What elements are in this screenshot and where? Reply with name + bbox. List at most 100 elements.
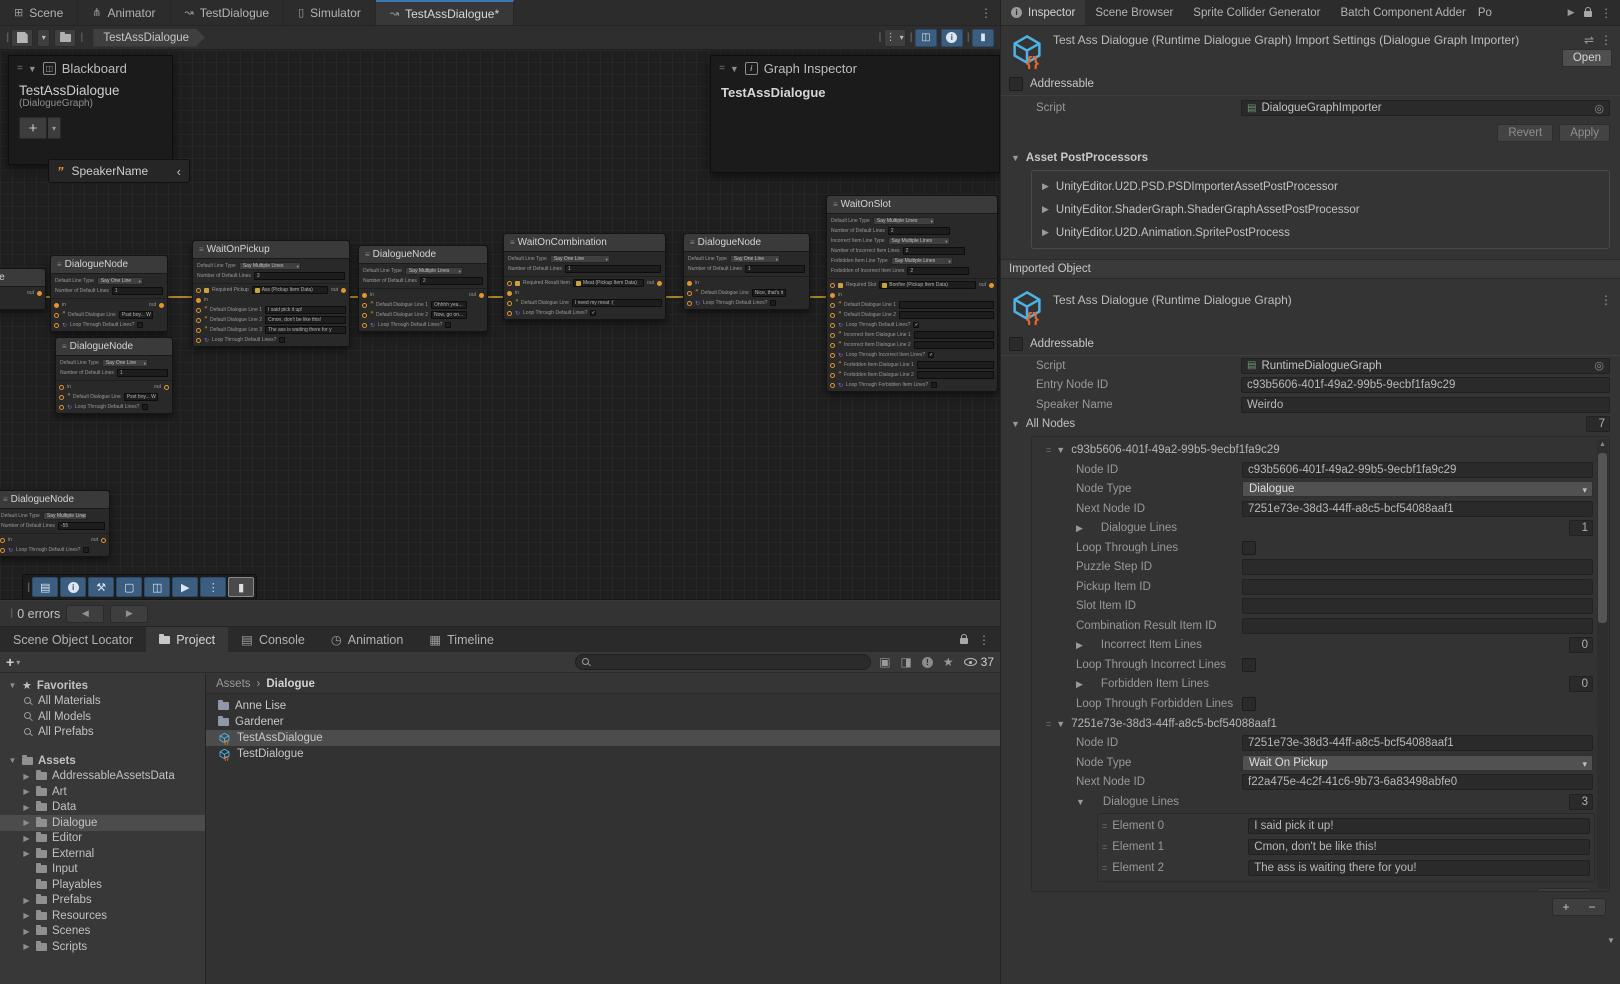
tab-inspector[interactable]: iInspector bbox=[1001, 0, 1085, 25]
line-port[interactable] bbox=[507, 301, 512, 306]
loop-port[interactable] bbox=[54, 323, 59, 328]
create-asset-button[interactable]: + bbox=[6, 654, 14, 670]
wait-on-slot-node[interactable]: ≡WaitOnSlot Default Line TypeSay Multipl… bbox=[826, 195, 998, 392]
tree-item-all-models[interactable]: All Models bbox=[0, 709, 205, 725]
foldout-open-icon[interactable]: ▼ bbox=[730, 64, 739, 74]
tab-scene[interactable]: ⊞Scene bbox=[0, 0, 78, 25]
kebab-icon[interactable]: ⋮ bbox=[978, 633, 990, 647]
tree-item-folder[interactable]: ▶Scenes bbox=[0, 924, 205, 940]
loop-checkbox[interactable] bbox=[770, 300, 776, 306]
loop-through-incorrect-checkbox[interactable] bbox=[1242, 658, 1256, 672]
add-variable-button[interactable]: + bbox=[19, 117, 47, 139]
graph-inspector-header[interactable]: = ▼ i Graph Inspector bbox=[711, 56, 999, 81]
next-node-id-field[interactable]: f22a475e-4c2f-41c6-9b73-6a83498abfe0 bbox=[1242, 774, 1593, 790]
count-field[interactable]: 3 bbox=[1569, 794, 1593, 810]
all-nodes-foldout[interactable]: ▼ All Nodes 7 bbox=[1001, 415, 1620, 435]
scroll-down-icon[interactable]: ▼ bbox=[1607, 936, 1615, 945]
postprocessor-item[interactable]: ▶UnityEditor.ShaderGraph.ShaderGraphAsse… bbox=[1032, 198, 1609, 221]
num-lines-field[interactable]: 1 bbox=[112, 287, 163, 295]
input-port[interactable] bbox=[687, 281, 692, 286]
element-field[interactable]: The ass is waiting there for you! bbox=[1248, 860, 1590, 876]
drag-handle-icon[interactable]: = bbox=[1046, 445, 1050, 455]
pickup-item-id-field[interactable] bbox=[1242, 579, 1593, 595]
line-port[interactable] bbox=[59, 395, 64, 400]
foldout-closed-icon[interactable]: ▶ bbox=[22, 772, 31, 781]
toolbar-drag-handle[interactable]: || bbox=[6, 32, 7, 43]
tab-batch-component-adder[interactable]: Batch Component Adder bbox=[1331, 0, 1476, 25]
puzzle-step-id-field[interactable] bbox=[1242, 559, 1593, 575]
num-lines-field[interactable]: -55 bbox=[58, 522, 105, 530]
tab-overflow[interactable]: Po bbox=[1476, 0, 1494, 25]
all-nodes-count-field[interactable]: 7 bbox=[1586, 416, 1610, 432]
line-port[interactable] bbox=[196, 308, 201, 313]
num-lines-field[interactable]: 2 bbox=[420, 277, 483, 285]
node-title-bar[interactable]: ≡WaitOnCombination bbox=[504, 234, 665, 252]
output-port[interactable] bbox=[37, 291, 42, 296]
output-port[interactable] bbox=[479, 293, 484, 298]
num-forb-field[interactable]: 2 bbox=[907, 267, 969, 275]
output-port[interactable] bbox=[164, 385, 169, 390]
asset-postprocessors-foldout[interactable]: ▼ Asset PostProcessors bbox=[1001, 148, 1620, 168]
tab-animator[interactable]: ⋔Animator bbox=[78, 0, 170, 25]
addressable-checkbox[interactable] bbox=[1009, 337, 1023, 351]
tree-item-all-prefabs[interactable]: All Prefabs bbox=[0, 725, 205, 741]
input-port[interactable] bbox=[0, 538, 5, 543]
line-field[interactable] bbox=[914, 331, 994, 339]
presets-icon[interactable]: ⇌ bbox=[1584, 33, 1594, 47]
save-dropdown-button[interactable]: ▾ bbox=[37, 29, 50, 47]
input-port[interactable] bbox=[59, 385, 64, 390]
node-type-dropdown[interactable]: Dialogue bbox=[1242, 481, 1593, 497]
remove-element-button[interactable]: − bbox=[1564, 889, 1590, 893]
output-port[interactable] bbox=[989, 283, 994, 288]
toolbar-drag-handle[interactable]: || bbox=[878, 32, 879, 43]
foldout-closed-icon[interactable]: ▶ bbox=[22, 942, 31, 951]
line-field[interactable]: I said pick it up! bbox=[265, 306, 346, 314]
output-port[interactable] bbox=[657, 281, 662, 286]
next-node-id-field[interactable]: 7251e73e-38d3-44ff-a8c5-bcf54088aaf1 bbox=[1242, 501, 1593, 517]
forbidden-item-lines-foldout[interactable]: ▶Forbidden Item Lines0 bbox=[1032, 675, 1597, 695]
open-button[interactable]: Open bbox=[1562, 49, 1612, 67]
scrollbar-thumb[interactable] bbox=[1598, 453, 1607, 623]
tree-item-folder[interactable]: Input bbox=[0, 862, 205, 878]
dialogue-node[interactable]: ≡DialogueNode Default Line TypeSay Multi… bbox=[0, 490, 110, 557]
tab-testdialogue[interactable]: ↝TestDialogue bbox=[171, 0, 285, 25]
num-lines-field[interactable]: 2 bbox=[888, 227, 950, 235]
add-variable-dropdown[interactable]: ▾ bbox=[48, 117, 61, 139]
minimap-toggle-button[interactable]: ▮ bbox=[972, 29, 994, 47]
line-field[interactable]: Ohhhh yea... bbox=[431, 301, 467, 309]
num-lines-field[interactable]: 1 bbox=[745, 265, 805, 273]
num-lines-field[interactable]: 3 bbox=[254, 272, 345, 280]
line-port[interactable] bbox=[54, 313, 59, 318]
loop-through-lines-checkbox[interactable] bbox=[1242, 541, 1256, 555]
inc-type-dropdown[interactable]: Say Multiple Lines bbox=[888, 237, 950, 245]
loop-through-forbidden-checkbox[interactable] bbox=[1242, 697, 1256, 711]
drag-handle-icon[interactable]: = bbox=[17, 63, 22, 74]
tab-timeline[interactable]: ▦Timeline bbox=[416, 627, 507, 652]
list-item-folder[interactable]: Gardener bbox=[206, 714, 1000, 730]
kebab-icon[interactable]: ⋮ bbox=[1600, 33, 1612, 47]
foldout-open-icon[interactable]: ▼ bbox=[28, 64, 37, 74]
node-title-bar[interactable]: ≡DialogueNode bbox=[56, 338, 172, 356]
node-type-dropdown[interactable]: Wait On Pickup bbox=[1242, 755, 1593, 771]
object-picker-icon[interactable]: ◎ bbox=[1594, 102, 1604, 115]
drag-handle-icon[interactable]: = bbox=[1046, 719, 1050, 729]
element-field[interactable]: Cmon, don't be like this! bbox=[1248, 839, 1590, 855]
loop-port[interactable] bbox=[687, 301, 692, 306]
line-field[interactable]: The ass is waiting there for y bbox=[265, 326, 346, 334]
drag-handle-icon[interactable]: = bbox=[1102, 863, 1106, 873]
node-entry-header[interactable]: = ▼ 7251e73e-38d3-44ff-a8c5-bcf54088aaf1 bbox=[1032, 714, 1597, 734]
list-item-testdialogue[interactable]: TestDialogue bbox=[206, 746, 1000, 762]
line-type-dropdown[interactable]: Say Multiple Lines bbox=[239, 262, 301, 270]
toolbar-drag-handle[interactable]: || bbox=[910, 32, 911, 43]
foldout-closed-icon[interactable]: ▶ bbox=[22, 834, 31, 843]
blackboard-panel[interactable]: = ▼ ◫ Blackboard TestAssDialogue (Dialog… bbox=[8, 55, 173, 165]
speaker-name-field[interactable]: Weirdo bbox=[1241, 397, 1610, 413]
favorite-star-icon[interactable]: ★ bbox=[943, 655, 954, 669]
script-object-field[interactable]: ▤DialogueGraphImporter◎ bbox=[1241, 100, 1610, 116]
lock-icon[interactable] bbox=[1584, 11, 1592, 17]
node-id-field[interactable]: 7251e73e-38d3-44ff-a8c5-bcf54088aaf1 bbox=[1242, 735, 1593, 751]
foldout-closed-icon[interactable]: ▶ bbox=[22, 896, 31, 905]
input-port[interactable] bbox=[54, 303, 59, 308]
line-field[interactable]: Now, go on... bbox=[431, 311, 467, 319]
lock-icon[interactable] bbox=[960, 638, 968, 644]
